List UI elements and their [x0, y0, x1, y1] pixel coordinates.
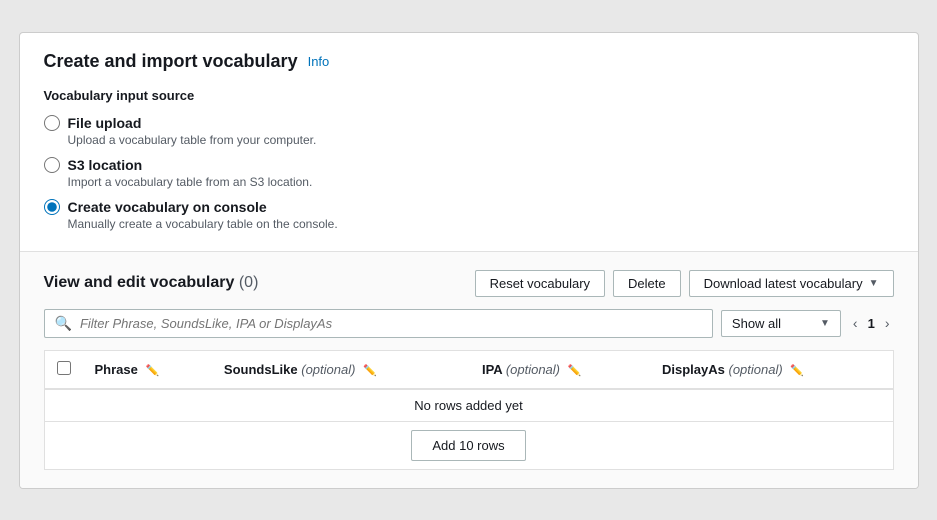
ipa-edit-icon[interactable]: ✏️ [568, 365, 582, 377]
display-as-edit-icon[interactable]: ✏️ [790, 365, 804, 377]
view-edit-count: (0) [239, 274, 259, 291]
col-header-ipa: IPA (optional) ✏️ [470, 350, 650, 389]
empty-message-row: No rows added yet [44, 389, 893, 422]
delete-button[interactable]: Delete [613, 270, 681, 297]
filter-select[interactable]: Show all ▼ [721, 310, 841, 337]
filter-dropdown-arrow-icon: ▼ [820, 318, 830, 329]
search-input[interactable] [80, 316, 702, 331]
search-box: 🔍 [44, 309, 713, 338]
radio-desc-file-upload: Upload a vocabulary table from your comp… [68, 133, 894, 147]
radio-group: File upload Upload a vocabulary table fr… [44, 115, 894, 231]
search-icon: 🔍 [55, 315, 72, 332]
page-title: Create and import vocabulary [44, 51, 298, 72]
reset-vocabulary-button[interactable]: Reset vocabulary [475, 270, 605, 297]
top-section: Create and import vocabulary Info Vocabu… [20, 33, 918, 252]
vocab-input-label: Vocabulary input source [44, 88, 894, 103]
select-all-checkbox[interactable] [57, 361, 71, 375]
radio-label-row-console: Create vocabulary on console [44, 199, 894, 215]
radio-console[interactable] [44, 199, 60, 215]
radio-desc-console: Manually create a vocabulary table on th… [68, 217, 894, 231]
add-rows-row: Add 10 rows [44, 421, 893, 469]
current-page: 1 [868, 316, 875, 331]
select-all-checkbox-header [44, 350, 83, 389]
add-rows-cell: Add 10 rows [44, 421, 893, 469]
col-header-sounds-like: SoundsLike (optional) ✏️ [212, 350, 470, 389]
bottom-section: View and edit vocabulary (0) Reset vocab… [20, 252, 918, 488]
radio-desc-s3: Import a vocabulary table from an S3 loc… [68, 175, 894, 189]
empty-message: No rows added yet [44, 389, 893, 422]
radio-label-console: Create vocabulary on console [68, 199, 267, 215]
radio-s3-location[interactable] [44, 157, 60, 173]
col-header-phrase: Phrase ✏️ [83, 350, 212, 389]
prev-page-button[interactable]: ‹ [849, 313, 862, 333]
radio-item-file-upload: File upload Upload a vocabulary table fr… [44, 115, 894, 147]
next-page-button[interactable]: › [881, 313, 894, 333]
vocabulary-table: Phrase ✏️ SoundsLike (optional) ✏️ IPA (… [44, 350, 894, 470]
radio-item-s3-location: S3 location Import a vocabulary table fr… [44, 157, 894, 189]
radio-file-upload[interactable] [44, 115, 60, 131]
radio-label-file-upload: File upload [68, 115, 142, 131]
download-latest-button[interactable]: Download latest vocabulary ▼ [689, 270, 894, 297]
pagination: ‹ 1 › [849, 313, 894, 333]
radio-label-row-file-upload: File upload [44, 115, 894, 131]
radio-item-console: Create vocabulary on console Manually cr… [44, 199, 894, 231]
header-buttons: Reset vocabulary Delete Download latest … [475, 270, 894, 297]
phrase-edit-icon[interactable]: ✏️ [146, 365, 160, 377]
page-title-row: Create and import vocabulary Info [44, 51, 894, 72]
download-dropdown-arrow-icon: ▼ [869, 278, 879, 289]
sounds-like-edit-icon[interactable]: ✏️ [363, 365, 377, 377]
radio-label-row-s3: S3 location [44, 157, 894, 173]
view-edit-title: View and edit vocabulary (0) [44, 274, 259, 291]
bottom-header: View and edit vocabulary (0) Reset vocab… [44, 270, 894, 297]
radio-label-s3: S3 location [68, 157, 143, 173]
add-rows-button[interactable]: Add 10 rows [411, 430, 525, 461]
info-link[interactable]: Info [308, 54, 330, 69]
col-header-display-as: DisplayAs (optional) ✏️ [650, 350, 893, 389]
table-header-row: Phrase ✏️ SoundsLike (optional) ✏️ IPA (… [44, 350, 893, 389]
main-container: Create and import vocabulary Info Vocabu… [19, 32, 919, 489]
search-row: 🔍 Show all ▼ ‹ 1 › [44, 309, 894, 338]
view-edit-title-row: View and edit vocabulary (0) [44, 274, 259, 292]
filter-select-label: Show all [732, 316, 781, 331]
